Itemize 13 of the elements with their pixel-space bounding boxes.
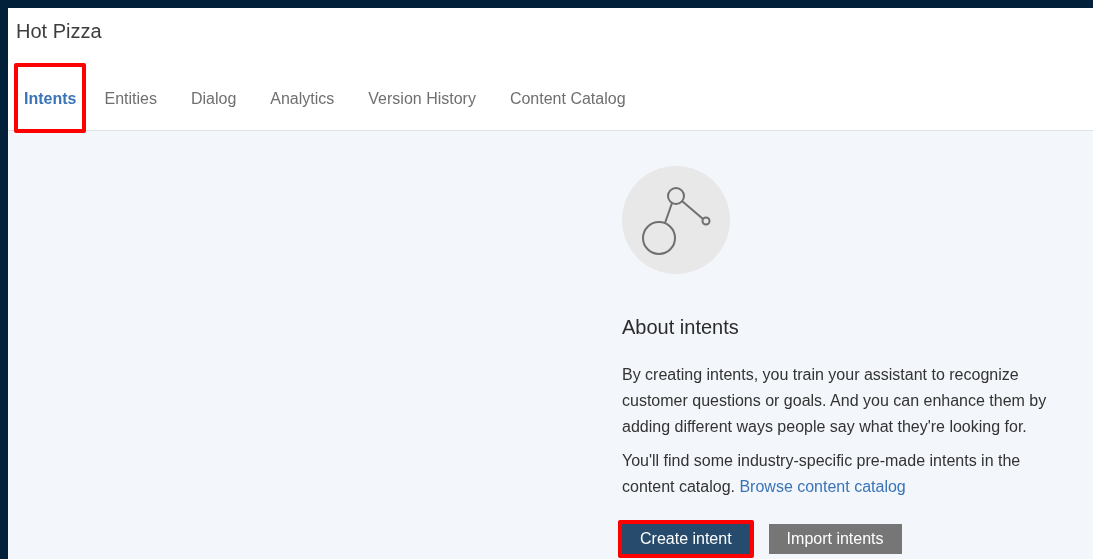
app-title: Hot Pizza bbox=[15, 19, 103, 44]
nav-tab[interactable]: Version History bbox=[354, 83, 490, 115]
nav-tab[interactable]: Entities bbox=[90, 83, 171, 115]
section-heading: About intents bbox=[622, 315, 740, 340]
nav-tab[interactable]: Analytics bbox=[256, 83, 349, 115]
create-button[interactable]: Create intent bbox=[622, 524, 750, 554]
import-button[interactable]: Import intents bbox=[768, 524, 902, 554]
nav-tab[interactable]: Dialog bbox=[176, 83, 251, 115]
description-text: You'll find some industry-specific pre-made intents in the content catalog. Browse content catalog bbox=[622, 451, 1022, 497]
description-text: By creating intents, you train your assistant to recognize customer questions or goals. And you can enhance them by adding different ways people say what they're looking for. bbox=[622, 365, 1048, 437]
browse-link[interactable]: Browse content catalog bbox=[739, 478, 906, 495]
nav-tab[interactable]: Intents bbox=[16, 83, 85, 115]
nav-tab[interactable]: Content Catalog bbox=[495, 83, 640, 115]
